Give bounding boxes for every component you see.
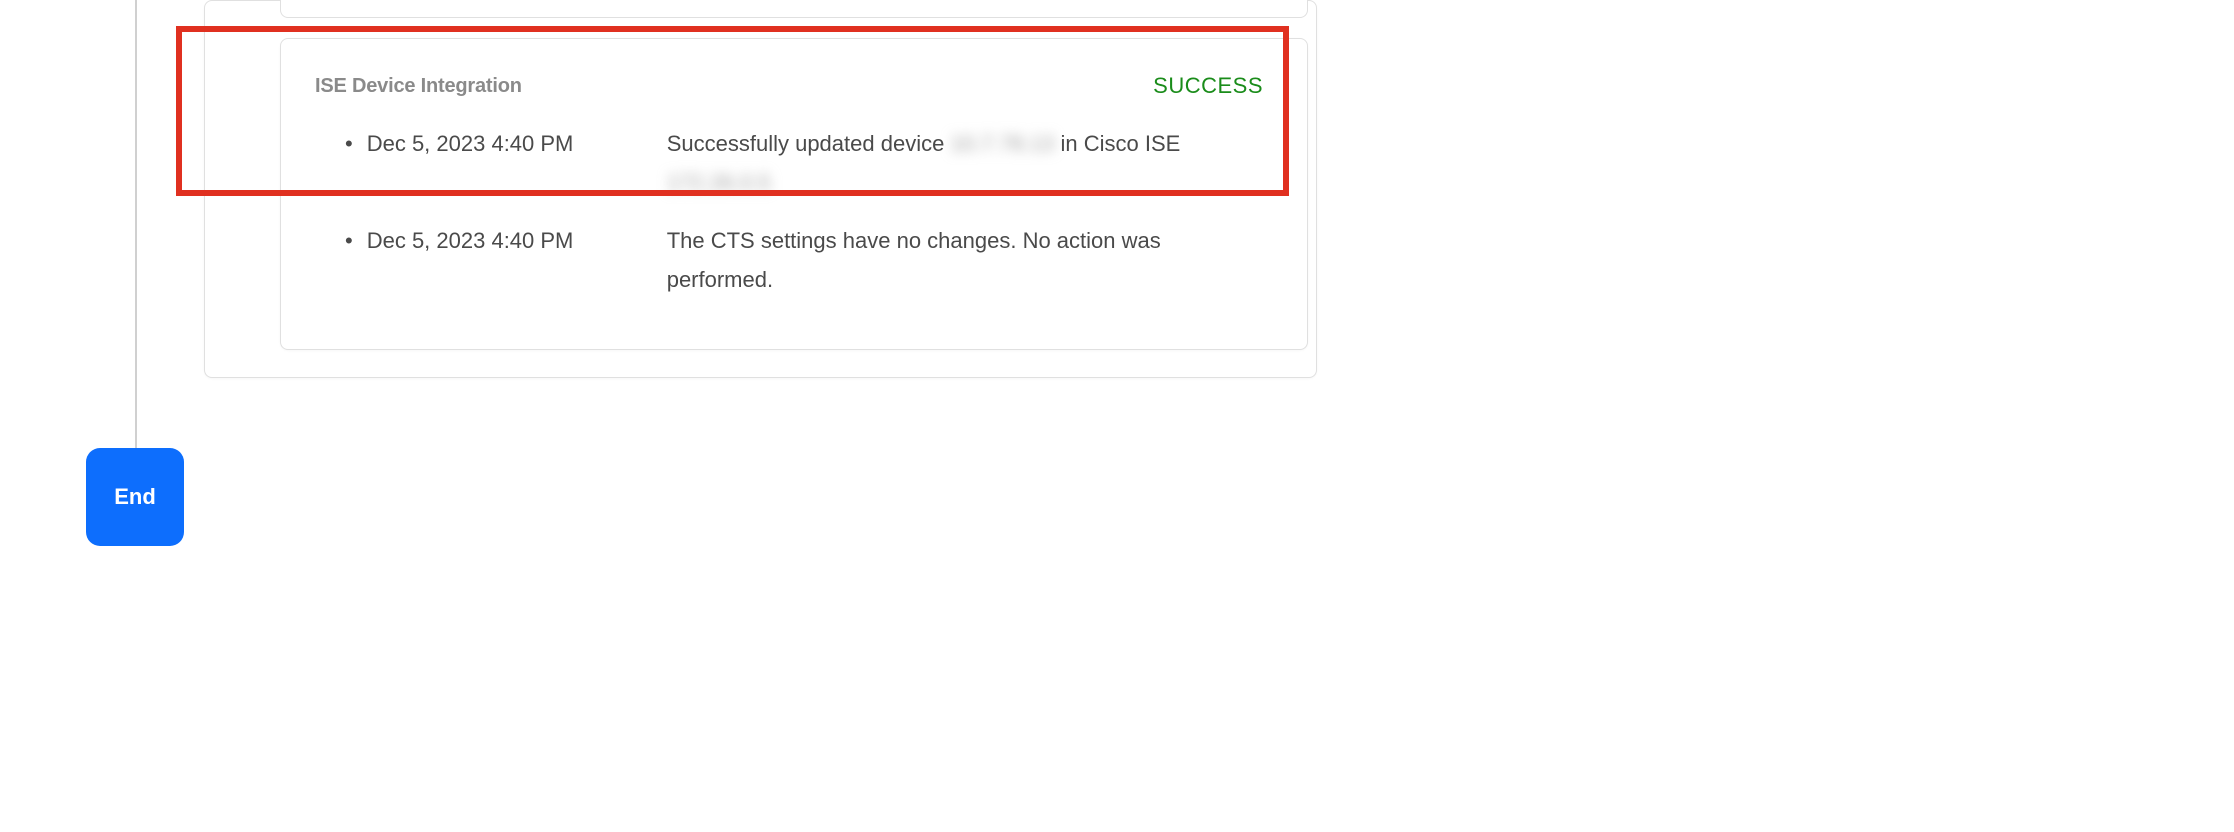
workflow-end-node[interactable]: End — [86, 448, 184, 546]
card-header-row: ISE Device Integration SUCCESS — [315, 73, 1263, 99]
log-message: The CTS settings have no changes. No act… — [637, 222, 1263, 299]
bullet-icon: • — [345, 222, 353, 261]
end-node-label: End — [114, 484, 156, 510]
bullet-icon: • — [345, 125, 353, 164]
log-item: • Dec 5, 2023 4:40 PM Successfully updat… — [345, 125, 1263, 202]
log-timestamp: Dec 5, 2023 4:40 PM — [367, 125, 637, 164]
log-message: Successfully updated device 10.7.78.13 i… — [637, 125, 1263, 202]
log-item: • Dec 5, 2023 4:40 PM The CTS settings h… — [345, 222, 1263, 299]
log-message-text: Successfully updated device — [667, 131, 951, 156]
ise-integration-card: ISE Device Integration SUCCESS • Dec 5, … — [280, 38, 1308, 350]
section-title: ISE Device Integration — [315, 75, 522, 98]
timeline-connector-line — [135, 0, 137, 450]
status-badge: SUCCESS — [1153, 73, 1263, 99]
redacted-ise-ip: 172.26.0.5 — [667, 164, 771, 203]
log-message-text: in Cisco ISE — [1054, 131, 1180, 156]
log-timestamp: Dec 5, 2023 4:40 PM — [367, 222, 637, 261]
log-list: • Dec 5, 2023 4:40 PM Successfully updat… — [315, 125, 1263, 299]
redacted-device-ip: 10.7.78.13 — [950, 125, 1054, 164]
previous-inner-card-bottom-edge — [280, 0, 1308, 18]
